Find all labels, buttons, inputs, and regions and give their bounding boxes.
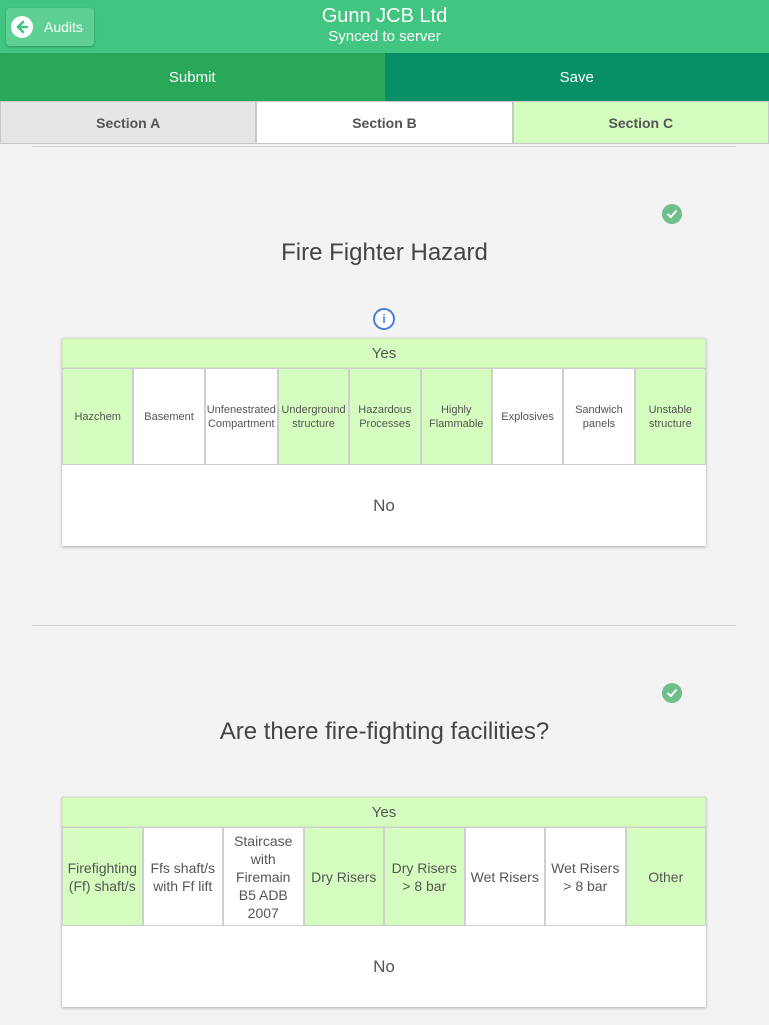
option-wet-risers[interactable]: Wet Risers	[464, 827, 545, 926]
option-highly-flammable[interactable]: Highly Flammable	[420, 368, 492, 465]
page-title: Gunn JCB Ltd	[321, 5, 448, 27]
option-staircase-with-firemain[interactable]: Staircase with Firemain B5 ADB 2007	[223, 827, 304, 926]
option-underground-structure[interactable]: Underground structure	[277, 368, 350, 465]
tab-section-a[interactable]: Section A	[0, 101, 257, 144]
save-button[interactable]: Save	[384, 53, 769, 101]
section-tabs: Section A Section B Section C	[0, 101, 769, 144]
check-circle-icon	[662, 204, 682, 224]
check-circle-icon	[662, 683, 682, 703]
yes-option[interactable]: Yes	[62, 797, 706, 827]
answer-card: Yes Firefighting (Ff) shaft/s Ffs shaft/…	[62, 797, 706, 1007]
divider	[32, 146, 736, 147]
option-sandwich-panels[interactable]: Sandwich panels	[563, 368, 635, 465]
option-ffs-shafts-with-lift[interactable]: Ffs shaft/s with Ff lift	[142, 827, 223, 926]
tab-section-b[interactable]: Section B	[256, 101, 513, 144]
option-hazchem[interactable]: Hazchem	[62, 368, 134, 465]
option-other[interactable]: Other	[625, 827, 706, 926]
no-option[interactable]: No	[62, 465, 706, 546]
sync-status: Synced to server	[328, 28, 441, 45]
option-wet-risers-8-bar[interactable]: Wet Risers > 8 bar	[545, 827, 626, 926]
info-icon[interactable]: i	[373, 308, 395, 330]
option-basement[interactable]: Basement	[133, 368, 205, 465]
question-title: Fire Fighter Hazard	[281, 239, 488, 266]
divider	[32, 625, 736, 626]
no-option[interactable]: No	[62, 926, 706, 1007]
app-header: Audits Gunn JCB Ltd Synced to server	[0, 0, 769, 53]
question-title: Are there fire-fighting facilities?	[219, 718, 550, 745]
option-grid: Hazchem Basement Unfenestrated Compartme…	[62, 368, 706, 465]
option-grid: Firefighting (Ff) shaft/s Ffs shaft/s wi…	[62, 827, 706, 926]
action-bar: Submit Save	[0, 53, 769, 101]
option-dry-risers[interactable]: Dry Risers	[303, 827, 384, 926]
option-dry-risers-8-bar[interactable]: Dry Risers > 8 bar	[384, 827, 465, 926]
option-hazardous-processes[interactable]: Hazardous Processes	[349, 368, 421, 465]
tab-section-c[interactable]: Section C	[512, 101, 769, 144]
submit-button[interactable]: Submit	[0, 53, 385, 101]
option-unfenestrated-compartment[interactable]: Unfenestrated Compartment	[204, 368, 278, 465]
answer-card: Yes Hazchem Basement Unfenestrated Compa…	[62, 338, 706, 546]
option-firefighting-shafts[interactable]: Firefighting (Ff) shaft/s	[62, 827, 143, 926]
option-explosives[interactable]: Explosives	[491, 368, 564, 465]
option-unstable-structure[interactable]: Unstable structure	[634, 368, 706, 465]
yes-option[interactable]: Yes	[62, 338, 706, 368]
